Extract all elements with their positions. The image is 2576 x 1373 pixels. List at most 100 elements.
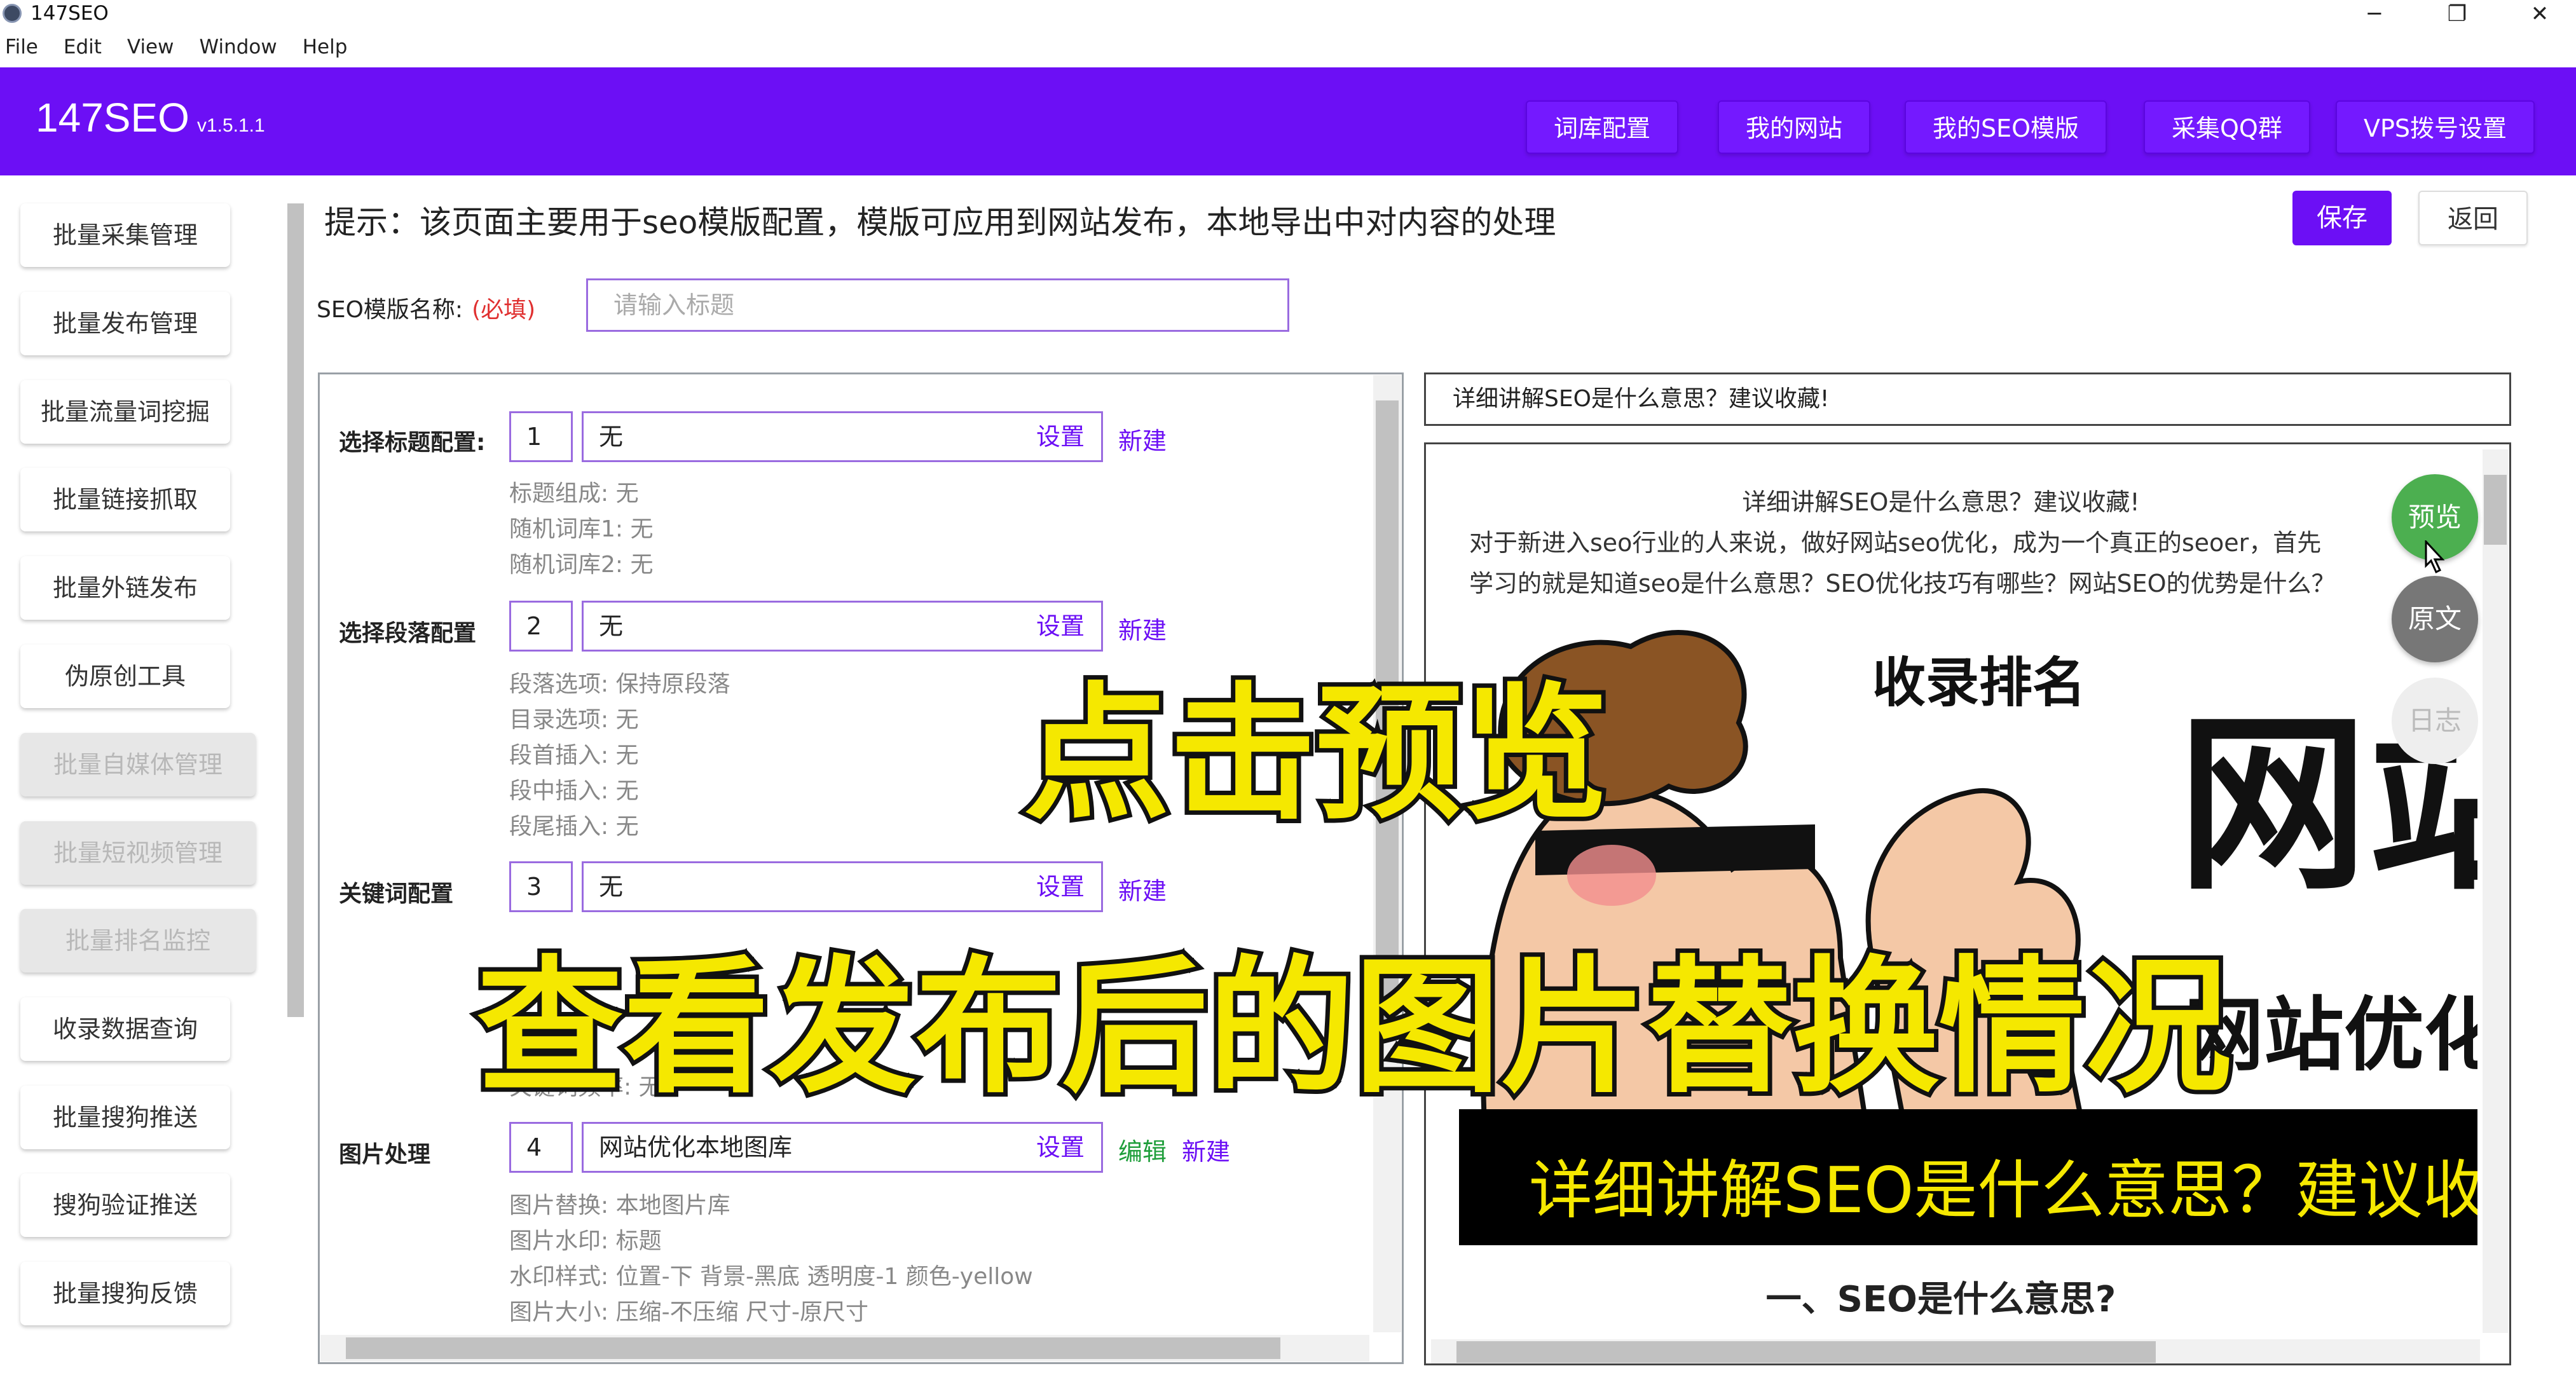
sidebar-item-index-query[interactable]: 收录数据查询: [20, 997, 230, 1061]
title-config-details: 标题组成: 无 随机词库1: 无 随机词库2: 无: [509, 476, 653, 583]
image-detail-watermark-style: 水印样式: 位置-下 背景-黑底 透明度-1 颜色-yellow: [509, 1264, 1033, 1290]
menu-help[interactable]: Help: [303, 36, 348, 58]
keyword-config-value: 无: [599, 873, 624, 901]
log-fab-button[interactable]: 日志: [2392, 678, 2478, 764]
menu-file[interactable]: File: [5, 36, 38, 58]
paragraph-config-details: 段落选项: 保持原段落 目录选项: 无 段首插入: 无 段中插入: 无 段尾插入…: [509, 667, 730, 845]
sidebar-item-traffic-words[interactable]: 批量流量词挖掘: [20, 380, 230, 444]
sidebar-item-batch-publish[interactable]: 批量发布管理: [20, 292, 230, 355]
app-icon: [3, 4, 22, 23]
sidebar-item-rank-monitor: 批量排名监控: [20, 909, 256, 973]
image-config-label: 图片处理: [339, 1142, 431, 1168]
keyword-config-select[interactable]: 无 设置: [582, 861, 1103, 912]
preview-paragraph-1: 对于新进入seo行业的人来说，做好网站seo优化，成为一个真正的seoer，首先: [1469, 529, 2322, 557]
nav-lexicon-config[interactable]: 词库配置: [1526, 100, 1679, 154]
keyword-config-new-link[interactable]: 新建: [1118, 871, 1167, 906]
watermark-text: 详细讲解SEO是什么意思？建议收藏: [1529, 1153, 2477, 1227]
paragraph-detail-mid-insert: 段中插入: 无: [509, 778, 639, 804]
preview-vscroll-thumb[interactable]: [2484, 475, 2507, 545]
paragraph-detail-option: 段落选项: 保持原段落: [509, 671, 730, 697]
keyword-config-number[interactable]: 3: [509, 861, 573, 912]
image-config-select[interactable]: 网站优化本地图库 设置: [582, 1122, 1103, 1173]
sidebar-item-pseudo-original[interactable]: 伪原创工具: [20, 645, 230, 708]
caption-click-preview: 点击预览: [1019, 666, 1613, 844]
title-config-label: 选择标题配置:: [339, 430, 486, 456]
keyword-config-label: 关键词配置: [339, 881, 454, 907]
config-panel: 选择标题配置: 1 无设置 新建 标题组成: 无 随机词库1: 无 随机词库2:…: [318, 372, 1404, 1364]
main-scrollbar[interactable]: [287, 184, 304, 1367]
sidebar-item-batch-collect[interactable]: 批量采集管理: [20, 203, 230, 267]
paragraph-detail-toc: 目录选项: 无: [509, 707, 639, 733]
back-button[interactable]: 返回: [2418, 191, 2528, 245]
version-label: v1.5.1.1: [196, 115, 265, 136]
menu-window[interactable]: Window: [200, 36, 277, 58]
image-detail-replace: 图片替换: 本地图片库: [509, 1192, 730, 1219]
menu-edit[interactable]: Edit: [64, 36, 102, 58]
preview-vscroll[interactable]: [2483, 449, 2508, 1333]
paragraph-detail-tail-insert: 段尾插入: 无: [509, 814, 639, 840]
preview-heading: 一、SEO是什么意思?: [1765, 1279, 2116, 1320]
original-fab-button[interactable]: 原文: [2392, 576, 2478, 662]
keyword-config-set-button[interactable]: 设置: [1036, 863, 1085, 910]
sidebar-item-self-media: 批量自媒体管理: [20, 733, 256, 796]
preview-hscroll-thumb[interactable]: [1456, 1341, 2156, 1363]
nav-qq-group[interactable]: 采集QQ群: [2144, 100, 2310, 154]
main-scrollbar-thumb[interactable]: [287, 203, 304, 1017]
nav-vps-dialup[interactable]: VPS拨号设置: [2336, 100, 2535, 154]
save-button[interactable]: 保存: [2292, 191, 2392, 245]
preview-title-field[interactable]: 详细讲解SEO是什么意思？建议收藏!: [1424, 372, 2511, 426]
title-config-select[interactable]: 无 设置: [582, 411, 1103, 462]
image-text-rank: 收录排名: [1872, 652, 2086, 714]
image-config-details: 图片替换: 本地图片库 图片水印: 标题 水印样式: 位置-下 背景-黑底 透明…: [509, 1188, 1033, 1330]
image-config-set-button[interactable]: 设置: [1036, 1124, 1085, 1171]
app-header: 147SEO v1.5.1.1 词库配置 我的网站 我的SEO模版 采集QQ群 V…: [0, 67, 2576, 175]
sidebar-item-link-crawl[interactable]: 批量链接抓取: [20, 468, 230, 531]
title-config-new-link[interactable]: 新建: [1118, 421, 1167, 456]
sidebar-item-external-links[interactable]: 批量外链发布: [20, 556, 230, 620]
watermark-bar: 详细讲解SEO是什么意思？建议收藏: [1459, 1109, 2477, 1245]
nav-my-seo-templates[interactable]: 我的SEO模版: [1905, 100, 2107, 154]
image-detail-watermark: 图片水印: 标题: [509, 1228, 662, 1254]
image-config-edit-link[interactable]: 编辑: [1118, 1132, 1167, 1167]
title-detail-composition: 标题组成: 无: [509, 481, 639, 507]
title-config-set-button[interactable]: 设置: [1036, 413, 1085, 460]
image-config-value: 网站优化本地图库: [599, 1133, 793, 1161]
title-detail-lexicon-1: 随机词库1: 无: [509, 516, 654, 542]
brand-logo: 147SEO v1.5.1.1: [36, 94, 265, 141]
preview-hscroll[interactable]: [1431, 1339, 2480, 1363]
preview-pane: 详细讲解SEO是什么意思？建议收藏! 对于新进入seo行业的人来说，做好网站se…: [1424, 442, 2511, 1365]
config-panel-hscroll-thumb[interactable]: [346, 1337, 1280, 1359]
sidebar-item-short-video: 批量短视频管理: [20, 821, 256, 885]
maximize-button[interactable]: ❐: [2429, 0, 2486, 28]
paragraph-config-number[interactable]: 2: [509, 601, 573, 652]
nav-my-sites[interactable]: 我的网站: [1718, 100, 1871, 154]
minimize-button[interactable]: ─: [2346, 0, 2403, 28]
sidebar-item-sogou-push[interactable]: 批量搜狗推送: [20, 1086, 230, 1149]
image-config-new-link[interactable]: 新建: [1182, 1132, 1230, 1167]
paragraph-detail-head-insert: 段首插入: 无: [509, 742, 639, 768]
preview-article-title: 详细讲解SEO是什么意思？建议收藏!: [1742, 488, 2140, 516]
menu-bar: File Edit View Window Help: [0, 36, 2576, 66]
sidebar: 批量采集管理 批量发布管理 批量流量词挖掘 批量链接抓取 批量外链发布 伪原创工…: [0, 175, 280, 1373]
page-tip: 提示：该页面主要用于seo模版配置，模版可应用到网站发布，本地导出中对内容的处理: [324, 204, 1556, 241]
caption-view-replacement: 查看发布后的图片替换情况: [472, 939, 2236, 1117]
paragraph-config-label: 选择段落配置: [339, 620, 477, 646]
paragraph-config-value: 无: [599, 612, 624, 640]
image-detail-size: 图片大小: 压缩-不压缩 尺寸-原尺寸: [509, 1299, 868, 1325]
sidebar-item-sogou-verify[interactable]: 搜狗验证推送: [20, 1173, 230, 1237]
brand-name: 147SEO: [36, 95, 189, 140]
template-name-text: SEO模版名称:: [317, 297, 463, 323]
preview-paragraph-2: 学习的就是知道seo是什么意思？SEO优化技巧有哪些？网站SEO的优势是什么？: [1469, 570, 2336, 598]
config-panel-hscroll[interactable]: [320, 1335, 1369, 1362]
title-config-number[interactable]: 1: [509, 411, 573, 462]
image-config-number[interactable]: 4: [509, 1122, 573, 1173]
sidebar-item-sogou-feedback[interactable]: 批量搜狗反馈: [20, 1262, 230, 1325]
mouse-cursor-icon: [2425, 540, 2445, 574]
window-title: 147SEO: [31, 2, 109, 25]
config-panel-vscroll[interactable]: [1373, 375, 1401, 1332]
title-config-value: 无: [599, 423, 624, 451]
close-button[interactable]: ✕: [2511, 0, 2568, 28]
template-name-input[interactable]: 请输入标题: [586, 278, 1289, 332]
menu-view[interactable]: View: [127, 36, 174, 58]
title-detail-lexicon-2: 随机词库2: 无: [509, 552, 654, 578]
